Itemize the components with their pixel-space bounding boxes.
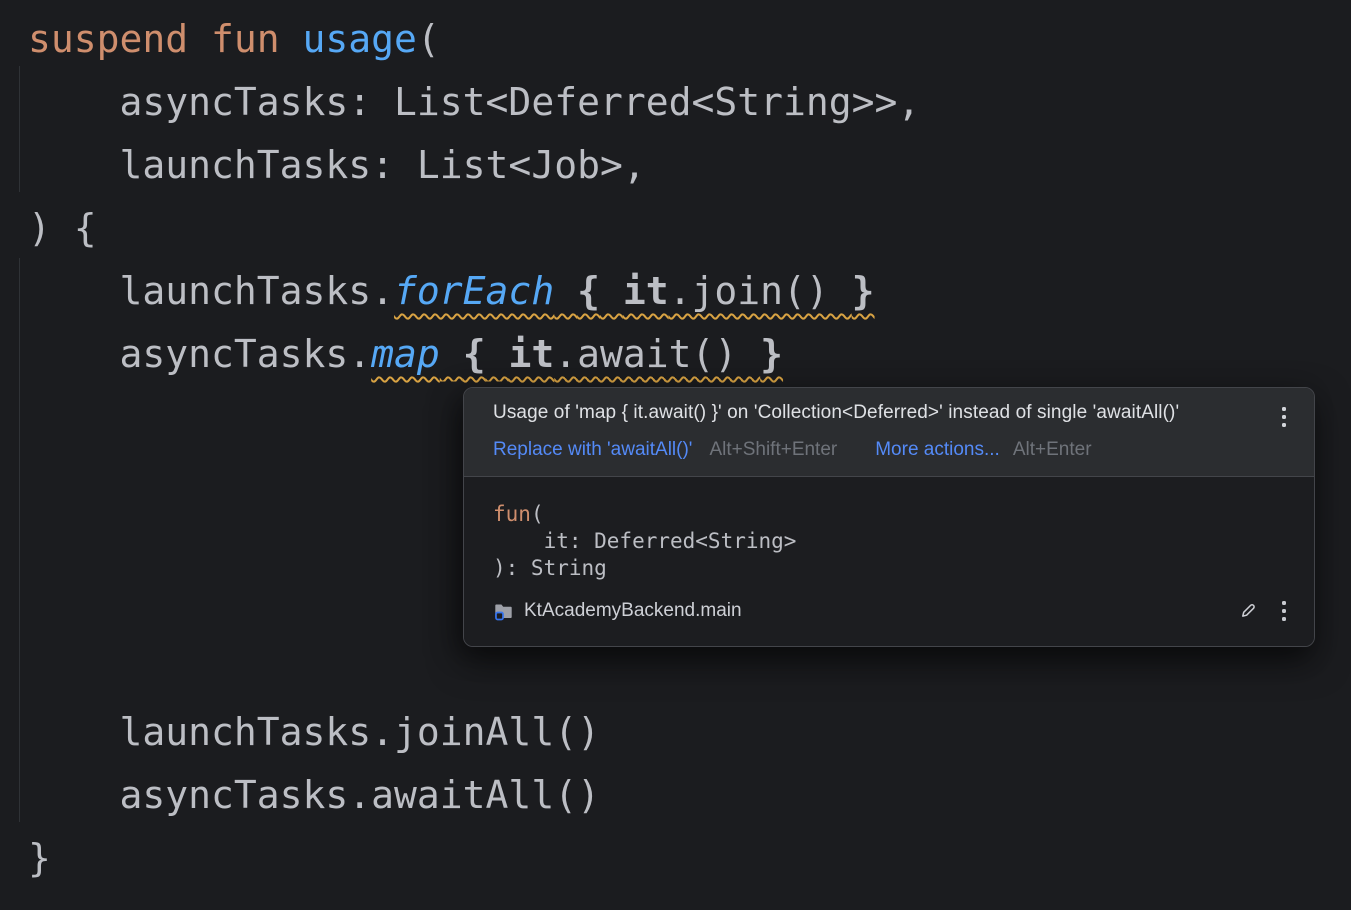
module-icon bbox=[493, 601, 514, 622]
function-signature: fun( it: Deferred<String>): String bbox=[493, 501, 1288, 582]
code-line: } bbox=[28, 827, 51, 890]
inspection-popup: Usage of 'map { it.await() }' on 'Collec… bbox=[463, 387, 1315, 647]
signature-line: fun( bbox=[493, 501, 1288, 528]
more-actions-shortcut: Alt+Enter bbox=[1013, 439, 1092, 461]
kebab-menu-icon[interactable] bbox=[1280, 599, 1288, 623]
code-line: suspend fun usage( bbox=[28, 8, 440, 71]
code-editor: suspend fun usage( asyncTasks: List<Defe… bbox=[0, 0, 1351, 910]
code-line: launchTasks.joinAll() bbox=[28, 701, 600, 764]
replace-shortcut: Alt+Shift+Enter bbox=[709, 439, 837, 461]
more-actions-link[interactable]: More actions... bbox=[875, 439, 1000, 461]
code-line: asyncTasks: List<Deferred<String>>, bbox=[28, 71, 920, 134]
module-name: KtAcademyBackend.main bbox=[524, 600, 742, 622]
indent-guide-params bbox=[19, 66, 20, 192]
code-line: launchTasks: List<Job>, bbox=[28, 134, 646, 197]
code-line: launchTasks.forEach { it.join() } bbox=[28, 260, 875, 323]
code-line: asyncTasks.awaitAll() bbox=[28, 764, 600, 827]
signature-line: it: Deferred<String> bbox=[493, 528, 1288, 555]
documentation-pane: fun( it: Deferred<String>): String KtAca… bbox=[464, 477, 1314, 646]
edit-pencil-icon[interactable] bbox=[1238, 601, 1258, 621]
code-line: asyncTasks.map { it.await() } bbox=[28, 323, 783, 386]
replace-with-awaitall-link[interactable]: Replace with 'awaitAll()' bbox=[493, 439, 692, 461]
indent-guide-body bbox=[19, 258, 20, 822]
forEach-warning-span: forEach { it.join() } bbox=[394, 269, 875, 313]
code-line: ) { bbox=[28, 197, 97, 260]
inspection-message: Usage of 'map { it.await() }' on 'Collec… bbox=[493, 402, 1179, 424]
kebab-menu-icon[interactable] bbox=[1280, 405, 1288, 429]
inspection-popup-header: Usage of 'map { it.await() }' on 'Collec… bbox=[464, 388, 1314, 477]
signature-line: ): String bbox=[493, 555, 1288, 582]
map-warning-span: map { it.await() } bbox=[371, 332, 783, 376]
